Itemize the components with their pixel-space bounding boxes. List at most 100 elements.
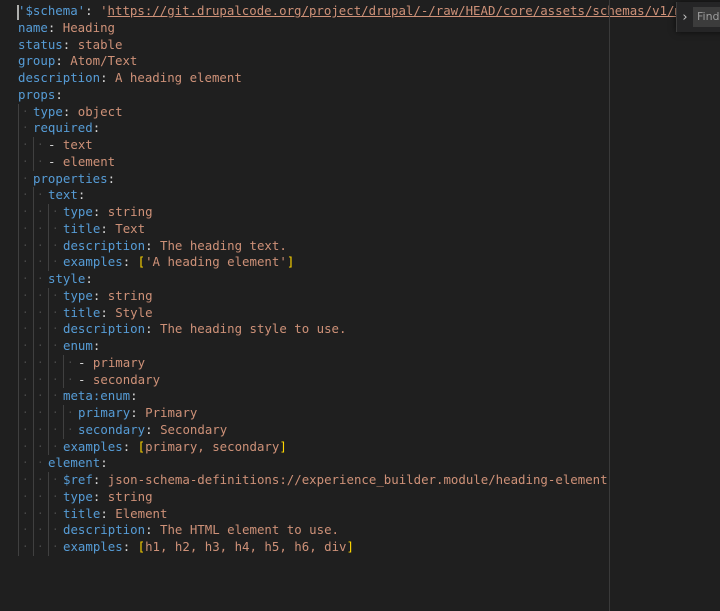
code-token-str: json-schema-definitions://experience_bui… [107,472,608,487]
code-line[interactable]: style: [18,271,720,288]
code-token-str: Atom/Text [70,53,138,69]
indent-guide [18,237,33,255]
code-line[interactable]: status: stable [18,37,720,54]
indent-guide [48,438,63,456]
code-line[interactable]: enum: [18,338,720,355]
indent-guide [18,354,33,372]
indent-guide [63,421,78,439]
code-line[interactable]: props: [18,87,720,104]
code-line[interactable]: type: string [18,488,720,506]
code-line[interactable]: meta:enum: [18,388,720,405]
code-line[interactable]: $ref: json-schema-definitions://experien… [18,472,720,489]
code-token-bracket: ] [346,539,354,554]
code-token-key: element [48,455,101,471]
code-token-str: 'A heading element' [145,254,287,270]
find-input[interactable]: Find [693,7,720,27]
code-token-str: text [62,137,93,152]
code-token-punct: : [62,103,78,119]
code-line[interactable]: group: Atom/Text [18,53,720,70]
code-token-key: props [18,86,56,102]
code-token-key: examples [63,539,123,554]
code-line[interactable]: element: [18,455,720,472]
code-token-key: title [63,304,101,320]
code-line[interactable]: type: object [18,103,720,121]
code-token-punct: - [78,371,93,387]
code-token-str: string [107,287,153,303]
indent-guide [33,438,48,456]
code-line[interactable]: description: A heading element [18,70,720,87]
code-token-bracket: [ [137,438,146,454]
code-line[interactable]: properties: [18,170,720,188]
indent-guide [18,455,33,472]
chevron-right-icon[interactable]: › [677,2,693,32]
indent-guide [33,421,48,439]
indent-guide [48,388,63,405]
code-line[interactable]: type: string [18,287,720,305]
code-token-str: Text [115,220,146,236]
code-line[interactable]: description: The heading style to use. [18,321,720,338]
find-widget[interactable]: › Find [676,2,720,32]
indent-guide [33,505,48,523]
code-line[interactable]: required: [18,120,720,137]
code-token-key: description [63,522,146,538]
indent-guide [33,472,48,489]
code-line[interactable]: title: Style [18,304,720,322]
code-token-punct: : [130,405,146,420]
code-token-key: description [63,237,146,253]
code-token-key: description [63,321,146,337]
indent-guide [48,237,63,255]
code-line[interactable]: primary: Primary [18,405,720,422]
code-token-key: status [18,36,63,52]
code-line[interactable]: secondary: Secondary [18,421,720,439]
code-line[interactable]: '$schema': ' https://git.drupalcode.org/p… [18,3,720,20]
indent-guide [48,488,63,506]
indent-guide [48,472,63,489]
code-line[interactable]: - element [18,153,720,171]
code-line[interactable]: title: Text [18,220,720,238]
code-token-str: string [107,204,153,219]
indent-guide [18,388,33,405]
code-line[interactable]: - secondary [18,371,720,389]
code-token-str: stable [77,36,123,52]
code-token-punct: : [145,421,161,437]
code-token-str: ' [100,3,108,18]
code-line[interactable]: - primary [18,354,720,372]
indent-guide [63,371,78,389]
indent-guide [18,170,33,188]
code-token-str: The HTML element to use. [159,522,340,538]
code-lines[interactable]: '$schema': ' https://git.drupalcode.org/p… [18,3,720,556]
code-token-str: The heading text. [159,237,287,253]
code-token-punct: : [130,388,138,404]
indent-guide [18,321,33,338]
code-token-punct: : [145,321,160,337]
code-token-key: title [63,220,101,236]
indent-guide [33,371,48,389]
code-line[interactable]: text: [18,187,720,204]
code-editor[interactable]: '$schema': ' https://git.drupalcode.org/p… [0,0,720,611]
code-token-str: Primary [145,405,198,420]
code-token-key: '$schema' [18,3,86,18]
code-token-str: Element [115,505,168,521]
code-token-punct: : [100,70,115,85]
code-token-punct: : [85,271,93,286]
indent-guide [18,103,33,121]
indent-guide [33,153,48,171]
code-token-punct: : [62,36,78,52]
code-token-punct: : [92,120,101,136]
code-token-punct: - [48,137,63,152]
code-line[interactable]: examples: ['A heading element'] [18,254,720,271]
code-line[interactable]: description: The HTML element to use. [18,522,720,539]
code-token-bracket: ] [286,254,295,270]
code-token-str: Secondary [160,421,228,437]
code-line[interactable]: title: Element [18,505,720,523]
code-line[interactable]: name: Heading [18,20,720,37]
code-line[interactable]: examples: [h1, h2, h3, h4, h5, h6, div] [18,539,720,556]
code-line[interactable]: type: string [18,204,720,221]
indent-guide [48,539,63,556]
code-line[interactable]: description: The heading text. [18,237,720,255]
indent-guide [48,254,63,271]
code-line[interactable]: - text [18,137,720,154]
code-token-key: examples [63,254,123,270]
code-line[interactable]: examples: [primary, secondary] [18,438,720,456]
code-token-punct: - [48,153,63,169]
